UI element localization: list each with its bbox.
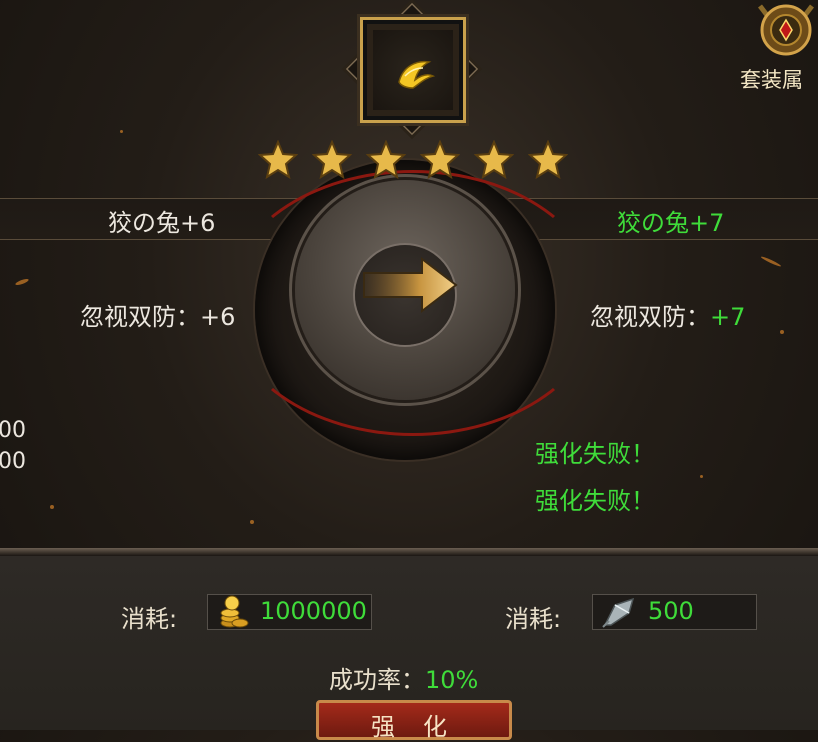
star-icon (528, 140, 568, 180)
panel-divider (0, 548, 818, 556)
set-attribute-label[interactable]: 套装属 (740, 64, 803, 94)
star-icon (312, 140, 352, 180)
enhance-button[interactable]: 强化 (316, 700, 512, 741)
medal-badge-icon[interactable] (752, 0, 818, 68)
enhance-log-line: 强化失败！ (535, 440, 655, 468)
ember-particle (14, 277, 30, 287)
star-icon (474, 140, 514, 180)
item-slot-inner (373, 30, 453, 110)
partial-value-2: 00 (0, 449, 26, 474)
item-slot[interactable] (360, 17, 466, 123)
star-icon (258, 140, 298, 180)
stone-cost-value: 500 (648, 597, 694, 625)
ember-particle (50, 505, 54, 509)
arrow-right-icon (360, 255, 460, 319)
stone-cost-box: 500 (592, 594, 757, 630)
partial-value-1: 00 (0, 418, 26, 443)
ember-particle (250, 520, 254, 524)
stat-after-value: +7 (710, 303, 746, 331)
success-rate-value: 10% (425, 666, 479, 694)
ember-particle (760, 255, 782, 268)
star-icon (366, 140, 406, 180)
gold-cost-box: 1000000 (207, 594, 372, 630)
star-rating (258, 140, 568, 180)
enhance-stone-icon (602, 597, 635, 628)
golden-wing-icon (398, 60, 436, 89)
gold-coins-icon (220, 595, 249, 628)
success-rate-label: 成功率： (329, 666, 425, 694)
enhance-button-label: 强化 (371, 713, 475, 741)
success-rate: 成功率：10% (329, 660, 478, 695)
stone-cost-label: 消耗: (505, 605, 562, 633)
stat-label: 忽视双防： (590, 303, 710, 331)
item-name-after: 狡の兔+7 (617, 209, 725, 237)
gold-cost-label: 消耗: (121, 605, 178, 633)
stat-label: 忽视双防： (80, 303, 200, 331)
stat-before: 忽视双防：+6 (80, 297, 235, 332)
star-icon (420, 140, 460, 180)
ember-particle (120, 130, 123, 133)
stat-after: 忽视双防：+7 (590, 297, 745, 332)
gold-cost-value: 1000000 (260, 597, 367, 625)
ember-particle (780, 330, 784, 334)
stat-before-value: +6 (200, 303, 236, 331)
ember-particle (700, 475, 703, 478)
enhance-log-line: 强化失败！ (535, 487, 655, 515)
item-name-before: 狡の兔+6 (108, 209, 216, 237)
